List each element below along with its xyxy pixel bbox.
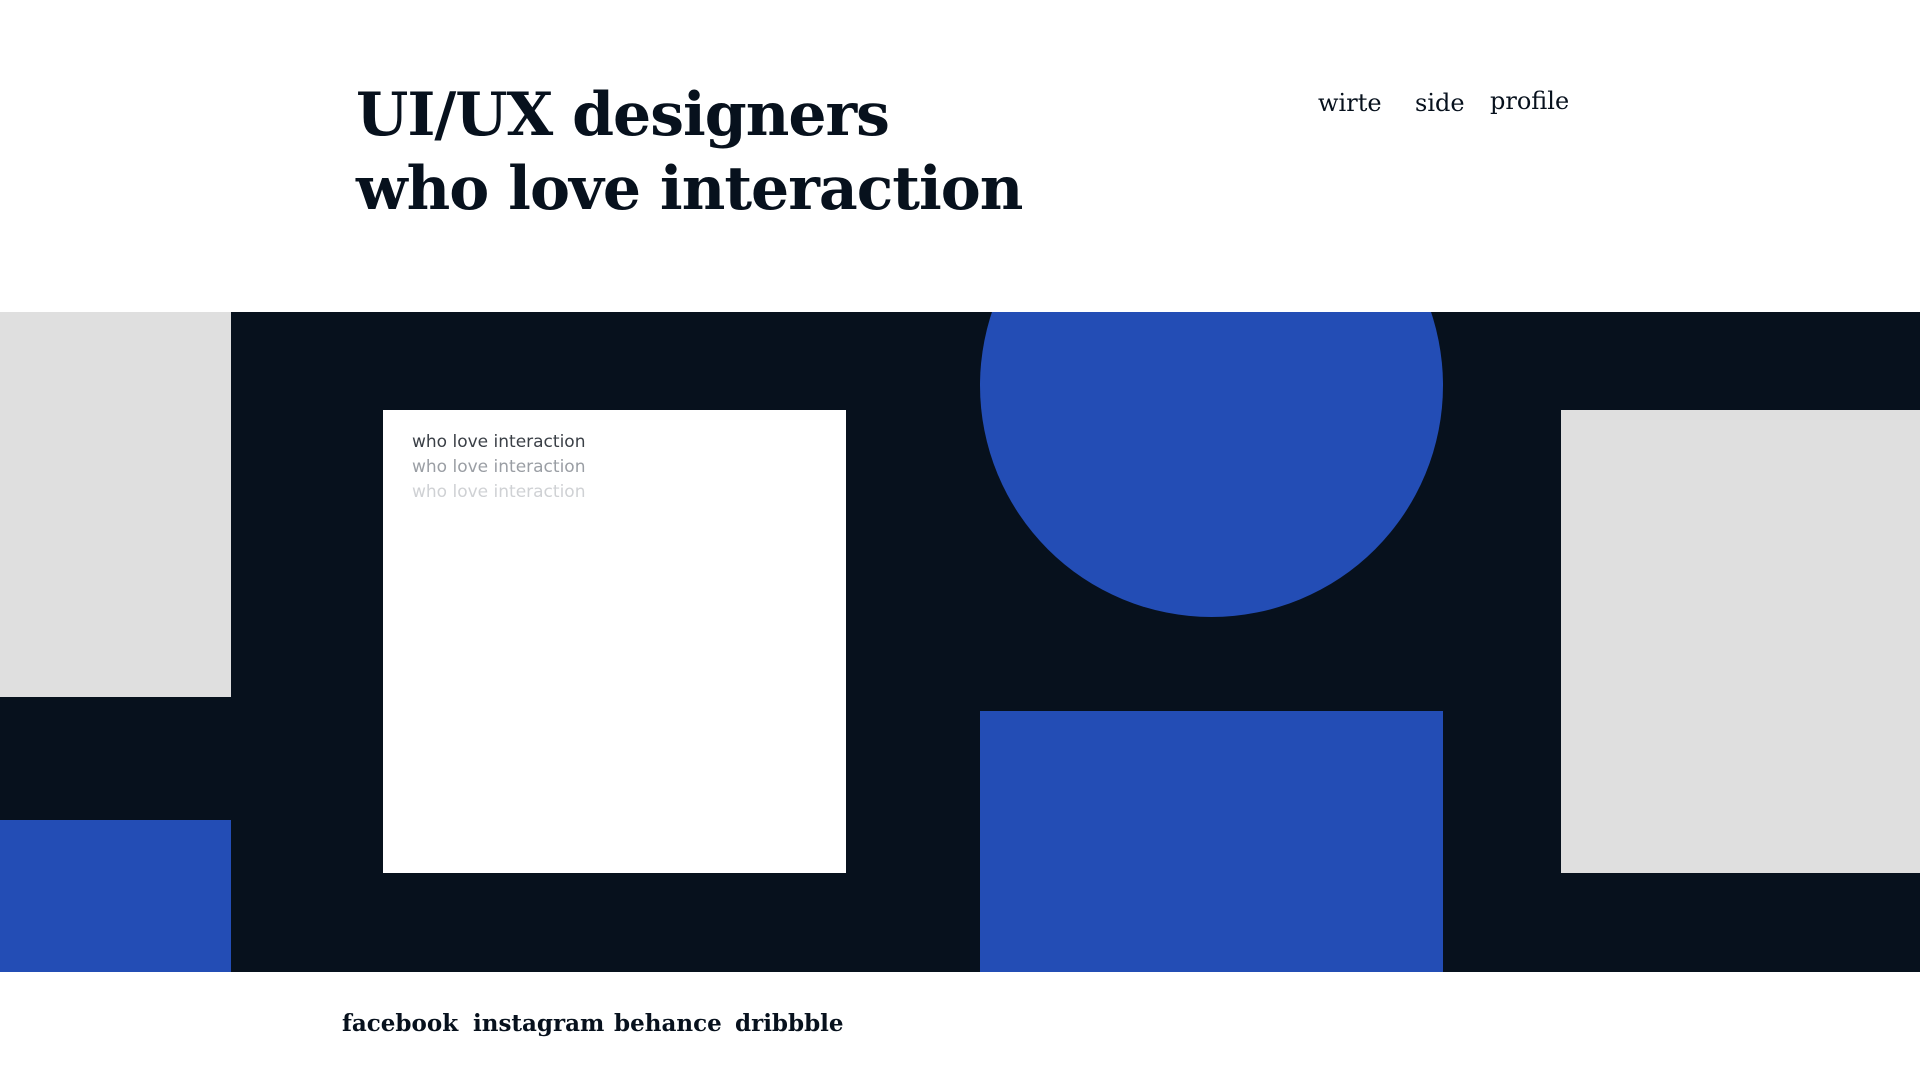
card-text-group: who love interaction who love interactio… — [412, 430, 585, 505]
page-title-line-1: UI/UX designers — [356, 80, 890, 150]
blue-rect-tile[interactable] — [980, 711, 1443, 972]
hero-stage: who love interaction who love interactio… — [0, 312, 1920, 972]
social-links: facebook instagram behance dribbble — [342, 1008, 942, 1040]
behance-link[interactable]: behance — [614, 1008, 722, 1040]
gray-tile-right[interactable] — [1561, 410, 1920, 873]
blue-tile-left — [0, 820, 231, 972]
dribbble-link[interactable]: dribbble — [735, 1008, 844, 1040]
nav-link-wirte[interactable]: wirte — [1318, 88, 1382, 118]
card-line-2: who love interaction — [412, 457, 586, 477]
card-line-1: who love interaction — [412, 432, 586, 452]
page-title: UI/UX designers who love interaction — [356, 78, 1023, 226]
nav-link-profile[interactable]: profile — [1490, 86, 1569, 116]
text-card[interactable]: who love interaction who love interactio… — [383, 410, 846, 873]
top-nav: wirte side profile — [1300, 86, 1620, 118]
page-title-line-2: who love interaction — [356, 154, 1023, 224]
blue-circle-shape[interactable] — [980, 312, 1443, 617]
gray-tile-left — [0, 312, 231, 697]
nav-link-side[interactable]: side — [1415, 88, 1465, 118]
facebook-link[interactable]: facebook — [342, 1008, 458, 1040]
card-line-3: who love interaction — [412, 482, 586, 502]
instagram-link[interactable]: instagram — [473, 1008, 604, 1040]
